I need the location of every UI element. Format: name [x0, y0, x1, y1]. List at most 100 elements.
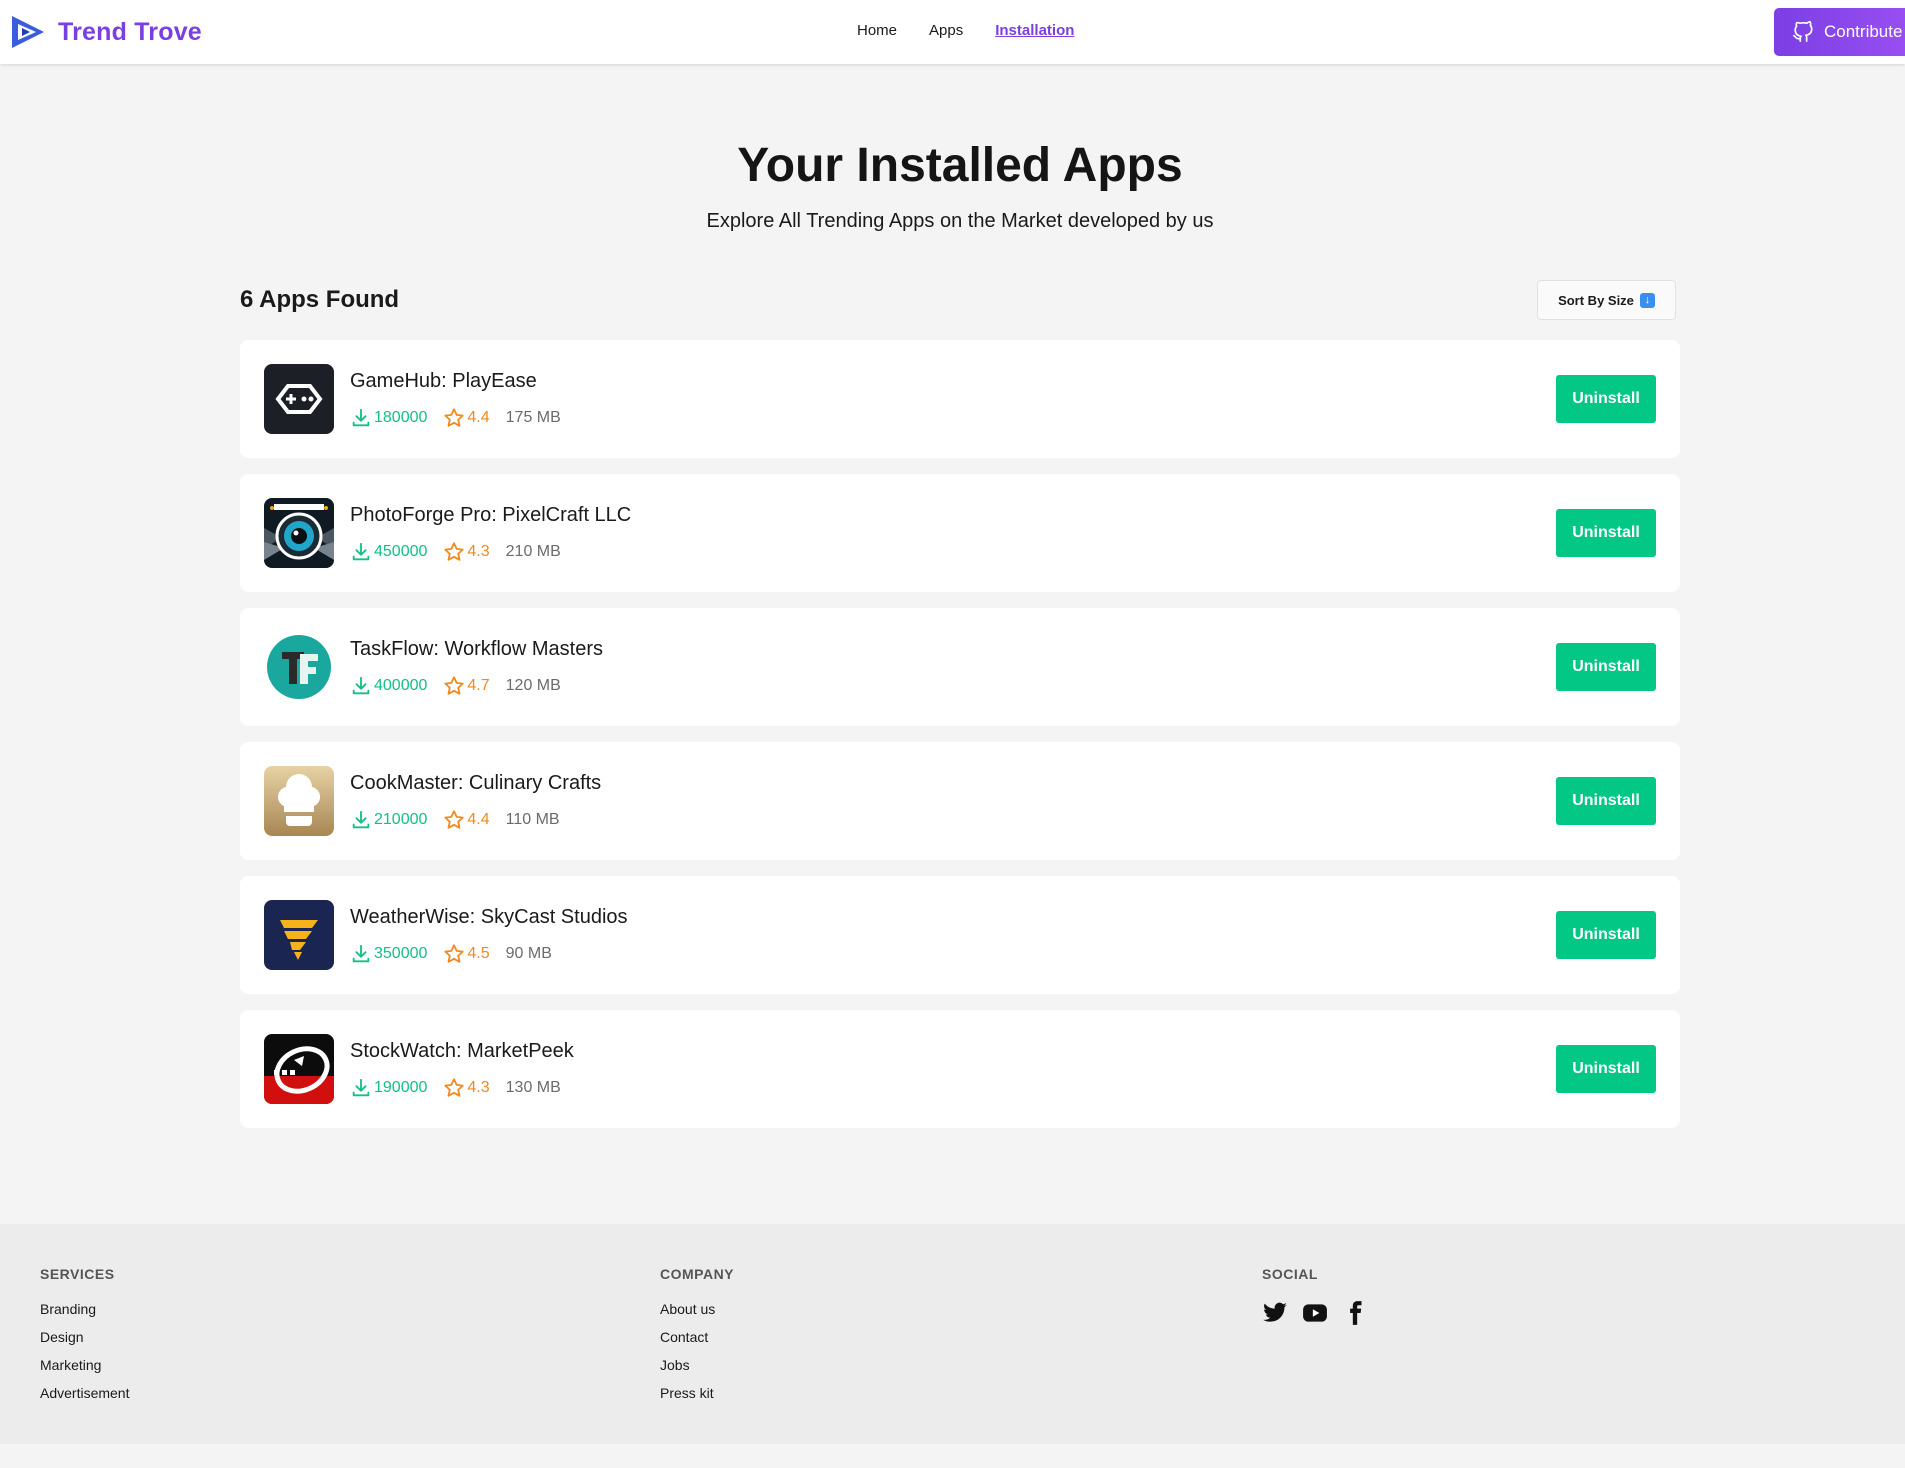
rating: 4.7: [443, 675, 490, 697]
rating-value: 4.7: [467, 677, 490, 694]
social-icons: [1262, 1300, 1368, 1326]
rating: 4.3: [443, 541, 490, 563]
page-subtitle: Explore All Trending Apps on the Market …: [706, 210, 1214, 232]
download-icon: [352, 810, 370, 829]
star-icon: [444, 944, 465, 963]
footer: SERVICES Branding Design Marketing Adver…: [0, 1224, 1905, 1444]
nav-link-apps[interactable]: Apps: [929, 22, 963, 39]
app-card: CookMaster: Culinary Crafts 210000 4.4 1…: [240, 742, 1680, 860]
rating: 4.3: [443, 1077, 490, 1099]
app-name: TaskFlow: Workflow Masters: [350, 638, 604, 660]
uninstall-button[interactable]: Uninstall: [1556, 509, 1656, 557]
footer-company: COMPANY About us Contact Jobs Press kit: [660, 1266, 734, 1412]
twitter-icon[interactable]: [1262, 1300, 1288, 1326]
uninstall-button[interactable]: Uninstall: [1556, 375, 1656, 423]
rating-value: 4.4: [467, 811, 490, 828]
footer-social: SOCIAL: [1262, 1266, 1368, 1326]
contribute-button[interactable]: Contribute: [1774, 8, 1905, 56]
star-icon: [444, 810, 465, 829]
arrow-down-icon: ↓: [1639, 292, 1655, 308]
app-card: TaskFlow: Workflow Masters 400000 4.7 12…: [240, 608, 1680, 726]
footer-services-title: SERVICES: [40, 1266, 115, 1282]
app-card: WeatherWise: SkyCast Studios 350000 4.5 …: [240, 876, 1680, 994]
rating: 4.4: [443, 809, 490, 831]
app-name: WeatherWise: SkyCast Studios: [350, 906, 628, 928]
footer-services: SERVICES Branding Design Marketing Adver…: [40, 1266, 129, 1412]
rating-value: 4.4: [467, 409, 490, 426]
uninstall-button[interactable]: Uninstall: [1556, 777, 1656, 825]
app-size: 110 MB: [505, 811, 560, 828]
download-count: 400000: [374, 677, 428, 694]
app-size: 120 MB: [505, 677, 561, 694]
contribute-label: Contribute: [1824, 22, 1903, 41]
download-icon: [352, 542, 370, 561]
app-size: 175 MB: [505, 409, 561, 426]
uninstall-button[interactable]: Uninstall: [1556, 911, 1656, 959]
nav-links: Home Apps Installation: [857, 22, 1074, 39]
footer-link-press-kit[interactable]: Press kit: [660, 1384, 734, 1412]
app-meta: 180000 4.4 175 MB: [350, 407, 561, 429]
camera-lens-icon: [264, 498, 334, 568]
app-size: 130 MB: [505, 1079, 561, 1096]
tornado-icon: [264, 900, 334, 970]
downloads: 210000: [350, 809, 427, 831]
download-count: 450000: [374, 543, 428, 560]
app-card: PhotoForge Pro: PixelCraft LLC 450000 4.…: [240, 474, 1680, 592]
brand[interactable]: Trend Trove: [8, 12, 202, 52]
github-icon: [1793, 21, 1813, 42]
youtube-icon[interactable]: [1302, 1300, 1328, 1326]
download-count: 180000: [374, 409, 428, 426]
rating: 4.5: [443, 943, 490, 965]
installed-apps-list: GameHub: PlayEase 180000 4.4 175 MB Unin…: [240, 340, 1680, 1144]
footer-social-title: SOCIAL: [1262, 1266, 1318, 1282]
rating: 4.4: [443, 407, 490, 429]
gamepad-icon: [264, 364, 334, 434]
footer-link-about[interactable]: About us: [660, 1300, 734, 1328]
star-icon: [444, 676, 465, 695]
app-card: GameHub: PlayEase 180000 4.4 175 MB Unin…: [240, 340, 1680, 458]
footer-link-branding[interactable]: Branding: [40, 1300, 129, 1328]
star-icon: [444, 542, 465, 561]
app-meta: 350000 4.5 90 MB: [350, 943, 552, 965]
rating-value: 4.5: [467, 945, 490, 962]
rating-value: 4.3: [467, 1079, 490, 1096]
app-name: StockWatch: MarketPeek: [350, 1040, 574, 1062]
downloads: 180000: [350, 407, 427, 429]
footer-link-advertisement[interactable]: Advertisement: [40, 1384, 129, 1412]
footer-link-jobs[interactable]: Jobs: [660, 1356, 734, 1384]
sort-label: Sort By Size: [1558, 292, 1634, 308]
app-size: 210 MB: [505, 543, 561, 560]
download-count: 350000: [374, 945, 428, 962]
app-card: StockWatch: MarketPeek 190000 4.3 130 MB…: [240, 1010, 1680, 1128]
tf-logo-icon: [264, 632, 334, 702]
app-name: PhotoForge Pro: PixelCraft LLC: [350, 504, 632, 526]
uninstall-button[interactable]: Uninstall: [1556, 1045, 1656, 1093]
app-name: GameHub: PlayEase: [350, 370, 537, 392]
download-icon: [352, 1078, 370, 1097]
app-name: CookMaster: Culinary Crafts: [350, 772, 602, 794]
footer-link-marketing[interactable]: Marketing: [40, 1356, 129, 1384]
uninstall-button[interactable]: Uninstall: [1556, 643, 1656, 691]
footer-link-contact[interactable]: Contact: [660, 1328, 734, 1356]
app-size: 90 MB: [505, 945, 552, 962]
nav-link-installation[interactable]: Installation: [995, 22, 1074, 39]
download-icon: [352, 944, 370, 963]
downloads: 400000: [350, 675, 427, 697]
star-icon: [444, 1078, 465, 1097]
facebook-icon[interactable]: [1342, 1300, 1368, 1326]
download-count: 190000: [374, 1079, 428, 1096]
download-count: 210000: [374, 811, 428, 828]
stock-chart-icon: [264, 1034, 334, 1104]
app-meta: 210000 4.4 110 MB: [350, 809, 560, 831]
brand-name: Trend Trove: [58, 17, 202, 46]
page-title: Your Installed Apps: [737, 139, 1183, 192]
nav-link-home[interactable]: Home: [857, 22, 897, 39]
brand-logo-icon: [12, 16, 44, 48]
app-meta: 190000 4.3 130 MB: [350, 1077, 561, 1099]
footer-company-title: COMPANY: [660, 1266, 735, 1282]
sort-by-size-button[interactable]: Sort By Size ↓: [1537, 280, 1676, 320]
chef-hat-icon: [264, 766, 334, 836]
top-navbar: Trend Trove Home Apps Installation Contr…: [0, 0, 1905, 64]
footer-link-design[interactable]: Design: [40, 1328, 129, 1356]
apps-count: 6 Apps Found: [240, 286, 400, 313]
